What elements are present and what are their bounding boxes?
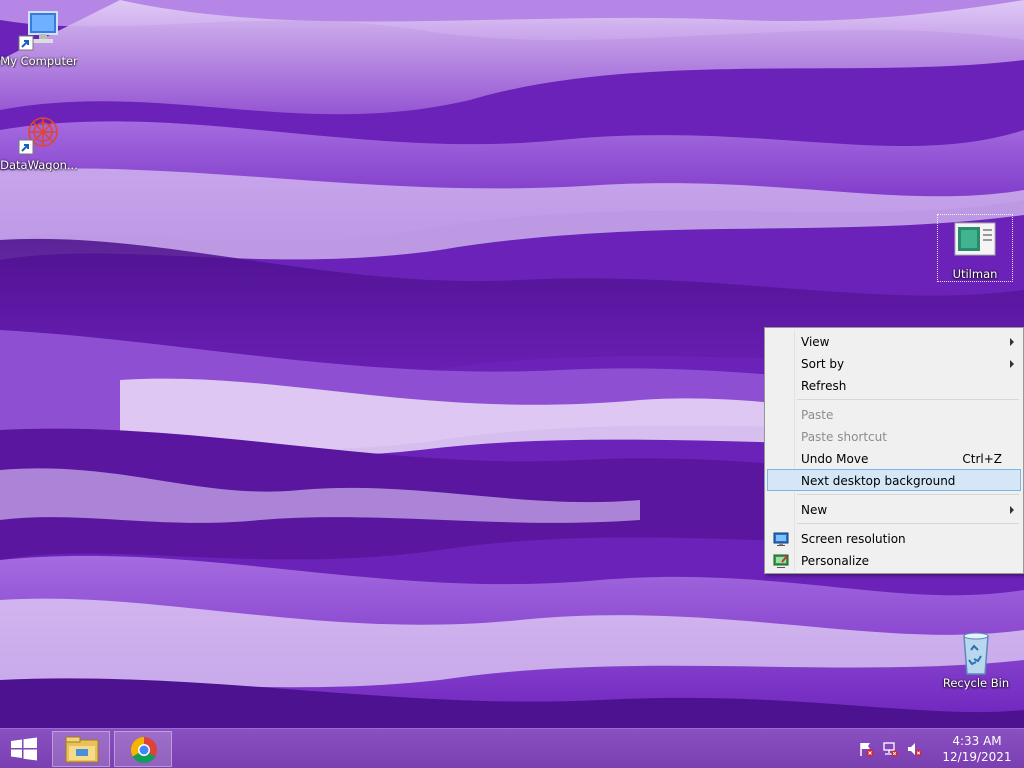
menu-separator (797, 523, 1019, 524)
menu-item-screen-resolution[interactable]: Screen resolution (767, 527, 1021, 549)
menu-item-personalize[interactable]: Personalize (767, 549, 1021, 571)
volume-muted-icon[interactable] (906, 741, 922, 757)
menu-item-next-desktop-background[interactable]: Next desktop background (767, 469, 1021, 491)
menu-item-label: New (801, 503, 828, 517)
menu-item-label: Screen resolution (801, 532, 906, 546)
menu-item-paste-shortcut[interactable]: Paste shortcut (767, 425, 1021, 447)
menu-item-sort-by[interactable]: Sort by (767, 352, 1021, 374)
desktop-icon-label: Recycle Bin (942, 676, 1010, 690)
clock-date: 12/19/2021 (942, 750, 1012, 764)
menu-item-label: Personalize (801, 554, 870, 568)
utilman-icon (953, 221, 997, 265)
action-center-flag-icon[interactable] (858, 741, 874, 757)
desktop-icon-label: Utilman (952, 267, 998, 281)
screen-resolution-icon (773, 531, 789, 547)
menu-item-label: Next desktop background (801, 474, 956, 488)
submenu-arrow-icon (1010, 360, 1014, 368)
menu-item-view[interactable]: View (767, 330, 1021, 352)
menu-item-undo-move[interactable]: Undo Move Ctrl+Z (767, 447, 1021, 469)
chrome-icon (130, 736, 157, 764)
menu-item-label: Paste (801, 408, 834, 422)
windows-logo-icon (11, 737, 37, 761)
desktop-context-menu: View Sort by Refresh Paste Paste shortcu… (764, 327, 1024, 574)
menu-item-label: Refresh (801, 379, 847, 393)
menu-separator (797, 494, 1019, 495)
desktop-icon-recycle-bin[interactable]: Recycle Bin (937, 630, 1015, 690)
menu-item-label: Paste shortcut (801, 430, 887, 444)
network-icon[interactable] (882, 741, 898, 757)
menu-item-label: Undo Move (801, 452, 869, 466)
desktop-icon-label: DataWagon... (0, 158, 78, 172)
computer-icon (17, 8, 61, 52)
taskbar-file-explorer[interactable] (52, 731, 110, 767)
taskbar-chrome[interactable] (114, 731, 172, 767)
taskbar: 4:33 AM 12/19/2021 (0, 728, 1024, 768)
menu-item-refresh[interactable]: Refresh (767, 374, 1021, 396)
taskbar-clock[interactable]: 4:33 AM 12/19/2021 (942, 733, 1012, 765)
submenu-arrow-icon (1010, 338, 1014, 346)
menu-separator (797, 399, 1019, 400)
clock-time: 4:33 AM (952, 734, 1002, 748)
desktop-icon-utilman[interactable]: Utilman (937, 214, 1013, 282)
recycle-bin-icon (954, 630, 998, 675)
desktop-icon-datawagon[interactable]: DataWagon... (0, 112, 78, 172)
personalize-icon (773, 553, 789, 569)
start-button[interactable] (0, 729, 48, 768)
menu-item-label: View (801, 335, 830, 349)
menu-item-paste[interactable]: Paste (767, 403, 1021, 425)
menu-item-shortcut: Ctrl+Z (962, 452, 1002, 466)
desktop-icon-label: My Computer (0, 54, 78, 68)
system-tray: 4:33 AM 12/19/2021 (854, 729, 1024, 768)
file-explorer-icon (65, 736, 99, 763)
menu-item-new[interactable]: New (767, 498, 1021, 520)
submenu-arrow-icon (1010, 506, 1014, 514)
datawagon-icon (17, 112, 61, 156)
desktop-icon-my-computer[interactable]: My Computer (0, 8, 78, 68)
menu-item-label: Sort by (801, 357, 845, 371)
